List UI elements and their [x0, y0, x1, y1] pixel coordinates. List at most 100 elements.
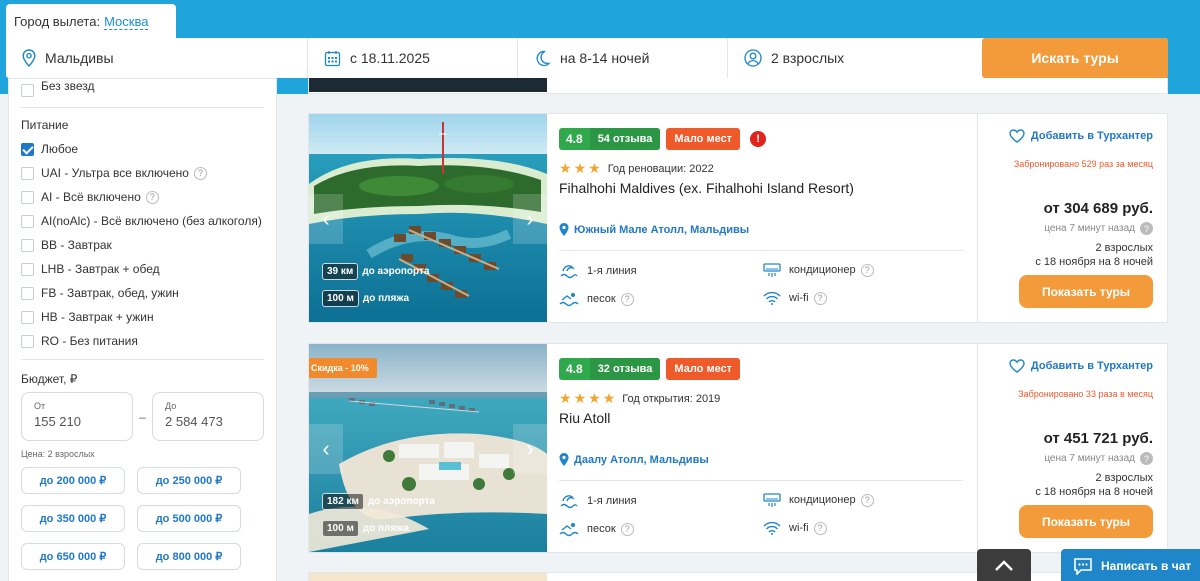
- feature-label: 1-я линия: [587, 495, 637, 507]
- budget-to-field[interactable]: До 2 584 473: [152, 392, 264, 441]
- show-tours-button[interactable]: Показать туры: [1019, 505, 1153, 538]
- add-to-favorites-link[interactable]: Добавить в Турхантер: [1009, 129, 1153, 143]
- booked-count: Забронировано 33 раза в месяц: [1018, 389, 1153, 399]
- meal-filter-option[interactable]: HB - Завтрак + ужин: [21, 305, 264, 329]
- nights-field[interactable]: на 8-14 ночей: [518, 38, 728, 78]
- checkbox[interactable]: [21, 83, 34, 97]
- beach-distance: 100 м до пляжа: [322, 520, 409, 537]
- meal-filter-option[interactable]: BB - Завтрак: [21, 233, 264, 257]
- date-field[interactable]: с 18.11.2025: [308, 38, 518, 78]
- meal-filter-option[interactable]: UAI - Ультра все включено?: [21, 161, 264, 185]
- star-icon: ★: [559, 160, 572, 176]
- checkbox[interactable]: [21, 286, 34, 300]
- help-icon[interactable]: ?: [193, 166, 207, 180]
- opening-year: Год открытия: 2019: [622, 392, 721, 405]
- show-tours-button[interactable]: Показать туры: [1019, 275, 1153, 308]
- checkbox[interactable]: [21, 142, 34, 156]
- hotel-badges: 4.8 54 отзыва Мало мест !: [559, 128, 767, 150]
- stars-row: ★ ★ ★ Год реновации: 2022: [559, 160, 714, 177]
- photo-prev-arrow[interactable]: ‹: [309, 194, 343, 244]
- meal-filter-option[interactable]: Любое: [21, 137, 264, 161]
- checkbox[interactable]: [21, 166, 34, 180]
- star-icon: ★: [588, 390, 601, 406]
- meal-filter-label: LHB - Завтрак + обед: [41, 262, 160, 276]
- scroll-to-top-button[interactable]: [977, 549, 1031, 581]
- help-icon[interactable]: ?: [860, 493, 874, 507]
- help-icon[interactable]: ?: [813, 291, 827, 305]
- checkbox[interactable]: [21, 334, 34, 348]
- budget-chip[interactable]: до 650 000 ₽: [21, 543, 125, 570]
- meal-filter-option[interactable]: FB - Завтрак, обед, ужин: [21, 281, 264, 305]
- star-icon: ★: [602, 390, 616, 406]
- checkbox[interactable]: [21, 190, 34, 204]
- rating-badge[interactable]: 4.8 32 отзыва: [559, 358, 661, 380]
- departure-city-link[interactable]: Москва: [104, 14, 149, 30]
- location-text: Даалу Атолл, Мальдивы: [574, 453, 709, 466]
- hotel-name[interactable]: Fihalhohi Maldives (ex. Fihalhohi Island…: [559, 180, 854, 196]
- meal-filter-option[interactable]: AI - Всё включено?: [21, 185, 264, 209]
- help-icon[interactable]: ?: [813, 521, 827, 535]
- budget-from-field[interactable]: От 155 210: [21, 392, 133, 441]
- air-conditioner-icon: [763, 493, 781, 507]
- photo-next-arrow[interactable]: ›: [513, 194, 547, 244]
- budget-chip[interactable]: до 350 000 ₽: [21, 505, 125, 532]
- chat-button[interactable]: Написать в чат: [1061, 549, 1200, 581]
- departure-city-tab[interactable]: Город вылета: Москва: [6, 4, 176, 40]
- budget-to-value: 2 584 473: [165, 414, 223, 429]
- location-pin-icon: [559, 453, 569, 466]
- next-hotel-card: [308, 572, 1168, 581]
- checkbox[interactable]: [21, 310, 34, 324]
- people-field[interactable]: 2 взрослых: [728, 38, 983, 78]
- hotel-location[interactable]: Даалу Атолл, Мальдивы: [559, 453, 709, 466]
- photo-next-arrow[interactable]: ›: [513, 424, 547, 474]
- hotel-photo[interactable]: ‹ › 39 км до аэропорта 100 м до пляжа: [309, 114, 547, 322]
- checkbox[interactable]: [21, 238, 34, 252]
- hotel-name[interactable]: Riu Atoll: [559, 410, 610, 426]
- budget-from-value: 155 210: [34, 414, 81, 429]
- meal-filter-option[interactable]: RO - Без питания: [21, 329, 264, 353]
- help-icon[interactable]: ?: [620, 292, 634, 306]
- warning-icon[interactable]: !: [750, 131, 767, 147]
- search-tours-button[interactable]: Искать туры: [982, 38, 1168, 78]
- beach-m: 100 м: [322, 290, 359, 307]
- hotel-info: 4.8 54 отзыва Мало мест ! ★ ★ ★ Год рено…: [559, 114, 979, 322]
- few-places-badge: Мало мест: [666, 128, 741, 150]
- hotel-card: ‹ › 39 км до аэропорта 100 м до пляжа 4.…: [308, 113, 1168, 323]
- help-icon[interactable]: ?: [145, 190, 159, 204]
- feature-ac: кондиционер ?: [763, 262, 874, 278]
- rating-score: 4.8: [566, 362, 583, 376]
- few-places-badge: Мало мест: [666, 358, 741, 380]
- help-icon[interactable]: ?: [1140, 222, 1153, 235]
- help-icon[interactable]: ?: [860, 263, 874, 277]
- hotel-info: 4.8 32 отзыва Мало мест ★ ★ ★ ★ Год откр…: [559, 344, 979, 552]
- meal-filter-label: AI(noAlc) - Всё включено (без алкоголя): [41, 214, 262, 228]
- meal-filter-option[interactable]: LHB - Завтрак + обед: [21, 257, 264, 281]
- budget-note: Цена: 2 взрослых: [21, 449, 95, 459]
- date-value: с 18.11.2025: [350, 50, 430, 66]
- checkbox[interactable]: [21, 262, 34, 276]
- airport-label: до аэропорта: [367, 496, 435, 507]
- add-to-favorites-link[interactable]: Добавить в Турхантер: [1009, 359, 1153, 373]
- meal-filter-label: FB - Завтрак, обед, ужин: [41, 286, 179, 300]
- hotel-photo[interactable]: Скидка - 10% ‹ › 182 км до аэропорта 100…: [309, 344, 547, 552]
- help-icon[interactable]: ?: [1140, 452, 1153, 465]
- checkbox[interactable]: [21, 214, 34, 228]
- meal-filter-option[interactable]: AI(noAlc) - Всё включено (без алкоголя): [21, 209, 264, 233]
- help-icon[interactable]: ?: [620, 522, 634, 536]
- tour-pax: 2 взрослых: [1095, 472, 1154, 484]
- filter-no-stars[interactable]: Без звезд: [21, 79, 264, 101]
- chat-button-label: Написать в чат: [1101, 559, 1192, 573]
- tour-params: 2 взрослых с 18 ноября на 8 ночей: [1035, 471, 1153, 499]
- budget-chip[interactable]: до 500 000 ₽: [137, 505, 241, 532]
- budget-chip[interactable]: до 200 000 ₽: [21, 467, 125, 494]
- budget-from-label: От: [34, 401, 46, 411]
- wifi-icon: [763, 521, 781, 535]
- budget-chip[interactable]: до 250 000 ₽: [137, 467, 241, 494]
- discount-tag: Скидка - 10%: [309, 358, 377, 378]
- destination-field[interactable]: Мальдивы: [6, 38, 308, 78]
- hotel-location[interactable]: Южный Мале Атолл, Мальдивы: [559, 223, 749, 236]
- rating-badge[interactable]: 4.8 54 отзыва: [559, 128, 661, 150]
- budget-chip[interactable]: до 800 000 ₽: [137, 543, 241, 570]
- location-pin-icon: [559, 223, 569, 236]
- photo-prev-arrow[interactable]: ‹: [309, 424, 343, 474]
